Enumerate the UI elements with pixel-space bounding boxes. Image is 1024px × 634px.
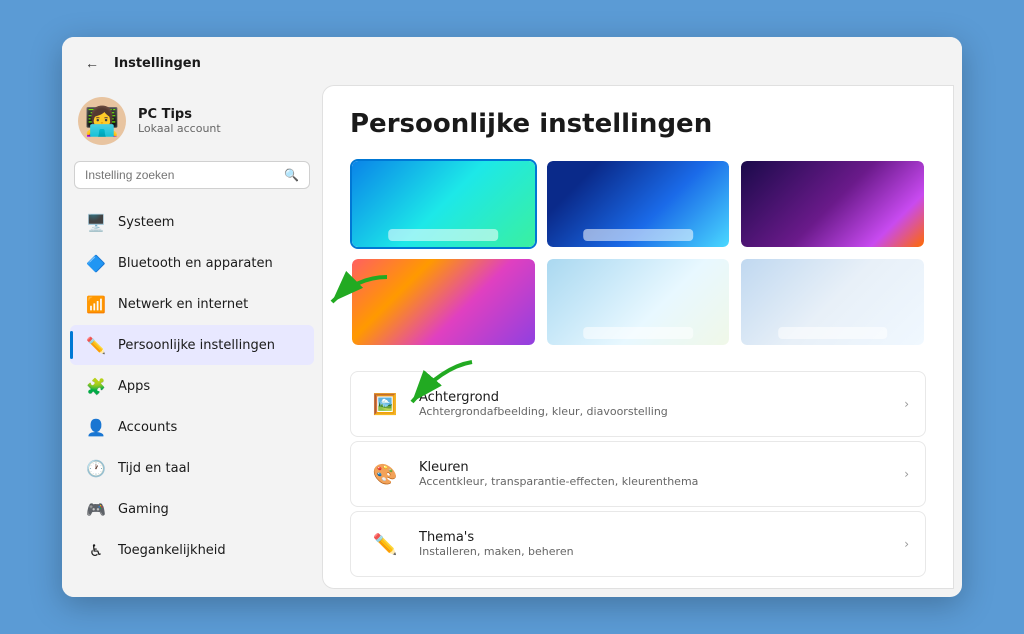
settings-title-achtergrond: Achtergrond	[419, 390, 668, 405]
settings-text-kleuren: Kleuren Accentkleur, transparantie-effec…	[419, 460, 698, 488]
settings-item-themas[interactable]: ✏️ Thema's Installeren, maken, beheren ›	[350, 511, 926, 577]
sidebar-item-toegankelijkheid[interactable]: ♿ Toegankelijkheid	[70, 530, 314, 570]
back-icon: ←	[85, 55, 99, 71]
nav-label-netwerk: Netwerk en internet	[118, 297, 248, 312]
sidebar-item-bluetooth[interactable]: 🔷 Bluetooth en apparaten	[70, 243, 314, 283]
window-title: Instellingen	[114, 56, 201, 71]
settings-title-kleuren: Kleuren	[419, 460, 698, 475]
settings-desc-achtergrond: Achtergrondafbeelding, kleur, diavoorste…	[419, 405, 668, 418]
search-input[interactable]	[85, 168, 276, 182]
nav-list: 🖥️ Systeem 🔷 Bluetooth en apparaten 📶 Ne…	[62, 201, 322, 571]
settings-title-themas: Thema's	[419, 530, 574, 545]
settings-arrow-achtergrond: ›	[904, 397, 909, 411]
settings-list: 🖼️ Achtergrond Achtergrondafbeelding, kl…	[350, 371, 926, 581]
sidebar-item-netwerk[interactable]: 📶 Netwerk en internet	[70, 284, 314, 324]
nav-icon-systeem: 🖥️	[86, 212, 106, 232]
title-bar: ← Instellingen	[62, 37, 962, 77]
sidebar-item-apps[interactable]: 🧩 Apps	[70, 366, 314, 406]
user-section[interactable]: 👩‍💻 PC Tips Lokaal account	[62, 89, 322, 161]
nav-icon-tijd: 🕐	[86, 458, 106, 478]
wallpaper-thumb-1[interactable]	[350, 159, 537, 249]
nav-icon-apps: 🧩	[86, 376, 106, 396]
settings-desc-kleuren: Accentkleur, transparantie-effecten, kle…	[419, 475, 698, 488]
settings-desc-themas: Installeren, maken, beheren	[419, 545, 574, 558]
nav-label-apps: Apps	[118, 379, 150, 394]
user-name: PC Tips	[138, 107, 221, 122]
nav-label-bluetooth: Bluetooth en apparaten	[118, 256, 273, 271]
nav-icon-netwerk: 📶	[86, 294, 106, 314]
sidebar-item-persoonlijk[interactable]: ✏️ Persoonlijke instellingen	[70, 325, 314, 365]
settings-arrow-themas: ›	[904, 537, 909, 551]
search-icon: 🔍	[284, 168, 299, 182]
content-area: 👩‍💻 PC Tips Lokaal account 🔍 🖥️ Systeem	[62, 77, 962, 597]
settings-item-kleuren[interactable]: 🎨 Kleuren Accentkleur, transparantie-eff…	[350, 441, 926, 507]
page-title: Persoonlijke instellingen	[350, 109, 926, 139]
settings-text-themas: Thema's Installeren, maken, beheren	[419, 530, 574, 558]
nav-label-systeem: Systeem	[118, 215, 174, 230]
settings-window: ← Instellingen 👩‍💻 PC Tips Lokaal accoun…	[62, 37, 962, 597]
wallpaper-thumb-5[interactable]	[545, 257, 732, 347]
settings-icon-kleuren: 🎨	[367, 456, 403, 492]
sidebar-item-tijd[interactable]: 🕐 Tijd en taal	[70, 448, 314, 488]
nav-icon-bluetooth: 🔷	[86, 253, 106, 273]
sidebar-item-gaming[interactable]: 🎮 Gaming	[70, 489, 314, 529]
nav-label-accounts: Accounts	[118, 420, 177, 435]
wallpaper-thumb-2[interactable]	[545, 159, 732, 249]
wallpaper-thumb-4[interactable]	[350, 257, 537, 347]
avatar: 👩‍💻	[78, 97, 126, 145]
settings-icon-themas: ✏️	[367, 526, 403, 562]
back-button[interactable]: ←	[78, 49, 106, 77]
settings-arrow-kleuren: ›	[904, 467, 909, 481]
nav-label-persoonlijk: Persoonlijke instellingen	[118, 338, 275, 353]
wallpaper-thumb-3[interactable]	[739, 159, 926, 249]
nav-label-tijd: Tijd en taal	[118, 461, 190, 476]
settings-icon-achtergrond: 🖼️	[367, 386, 403, 422]
search-box[interactable]: 🔍	[74, 161, 310, 189]
sidebar-item-accounts[interactable]: 👤 Accounts	[70, 407, 314, 447]
settings-text-achtergrond: Achtergrond Achtergrondafbeelding, kleur…	[419, 390, 668, 418]
user-info: PC Tips Lokaal account	[138, 107, 221, 135]
main-content: Persoonlijke instellingen	[322, 85, 954, 589]
sidebar: 👩‍💻 PC Tips Lokaal account 🔍 🖥️ Systeem	[62, 77, 322, 597]
sidebar-item-systeem[interactable]: 🖥️ Systeem	[70, 202, 314, 242]
user-account-type: Lokaal account	[138, 122, 221, 135]
nav-label-toegankelijkheid: Toegankelijkheid	[118, 543, 226, 558]
nav-label-gaming: Gaming	[118, 502, 169, 517]
nav-icon-persoonlijk: ✏️	[86, 335, 106, 355]
avatar-emoji: 👩‍💻	[85, 105, 120, 138]
settings-item-achtergrond[interactable]: 🖼️ Achtergrond Achtergrondafbeelding, kl…	[350, 371, 926, 437]
wallpaper-thumb-6[interactable]	[739, 257, 926, 347]
nav-icon-toegankelijkheid: ♿	[86, 540, 106, 560]
wallpaper-grid	[350, 159, 926, 347]
nav-icon-gaming: 🎮	[86, 499, 106, 519]
nav-icon-accounts: 👤	[86, 417, 106, 437]
